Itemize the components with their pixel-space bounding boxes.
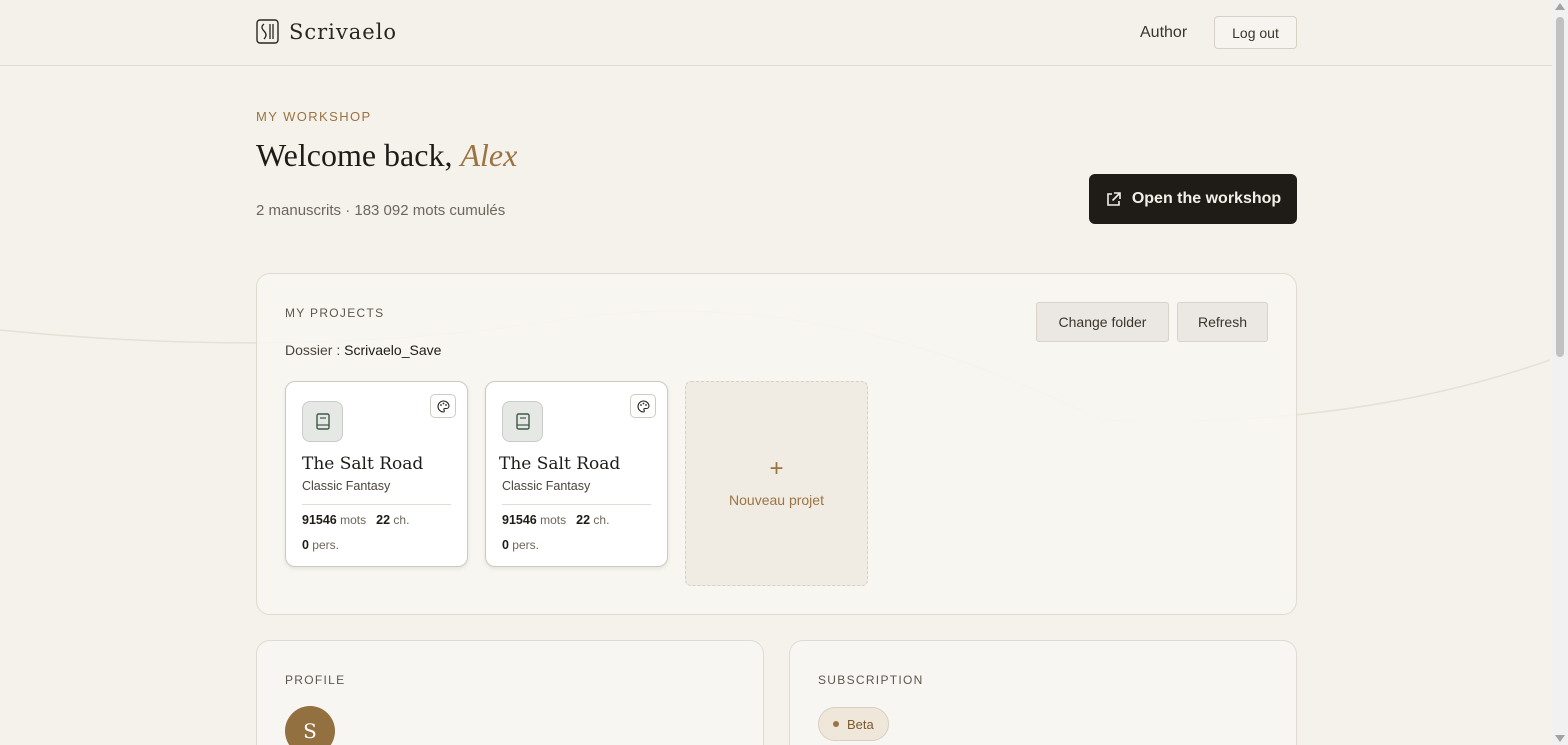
chapter-count: 22 <box>376 513 391 527</box>
folder-label: Dossier : <box>285 342 341 358</box>
projects-title: MY PROJECTS <box>285 306 385 320</box>
subscription-panel: SUBSCRIPTION Beta <box>789 640 1297 745</box>
subscription-title: SUBSCRIPTION <box>818 673 924 687</box>
section-eyebrow: MY WORKSHOP <box>256 109 372 124</box>
chapter-unit: ch. <box>593 513 610 527</box>
card-divider <box>302 504 451 505</box>
profile-panel: PROFILE S <box>256 640 764 745</box>
change-folder-button[interactable]: Change folder <box>1036 302 1169 342</box>
project-card[interactable]: The Salt Road Classic Fantasy 91546 mots… <box>485 381 668 567</box>
open-workshop-label: Open the workshop <box>1131 190 1282 207</box>
book-icon <box>302 401 343 442</box>
project-card[interactable]: The Salt Road Classic Fantasy 91546 mots… <box>285 381 468 567</box>
profile-title: PROFILE <box>285 673 346 687</box>
welcome-heading: Welcome back, Alex <box>256 137 517 174</box>
character-unit: pers. <box>312 538 339 552</box>
top-header: Scrivaelo Author Log out <box>0 0 1552 66</box>
palette-icon[interactable] <box>630 394 656 418</box>
external-link-icon <box>1107 191 1121 206</box>
palette-icon[interactable] <box>430 394 456 418</box>
character-unit: pers. <box>512 538 539 552</box>
word-unit: mots <box>540 513 567 527</box>
page-scrollbar[interactable] <box>1552 0 1568 745</box>
plan-badge-label: Beta <box>847 716 874 732</box>
book-icon <box>502 401 543 442</box>
project-genre: Classic Fantasy <box>302 479 391 493</box>
project-characters: 0 pers. <box>502 538 539 552</box>
word-count: 91546 <box>502 513 537 527</box>
nav-author-link[interactable]: Author <box>1140 24 1187 42</box>
project-characters: 0 pers. <box>302 538 339 552</box>
brand-name: Scrivaelo <box>289 19 398 44</box>
word-count: 91546 <box>302 513 337 527</box>
character-count: 0 <box>302 538 309 552</box>
logout-button[interactable]: Log out <box>1214 16 1297 49</box>
user-name: Alex <box>460 137 518 173</box>
new-project-label: Nouveau projet <box>729 492 824 508</box>
project-title: The Salt Road <box>302 454 424 474</box>
chapter-count: 22 <box>576 513 591 527</box>
manuscript-stats: 2 manuscrits · 183 092 mots cumulés <box>256 202 506 219</box>
brand-logo[interactable]: Scrivaelo <box>256 19 397 44</box>
character-count: 0 <box>502 538 509 552</box>
card-divider <box>502 504 651 505</box>
welcome-prefix: Welcome back, <box>256 137 453 173</box>
projects-panel: MY PROJECTS Dossier : Scrivaelo_Save Cha… <box>256 273 1297 615</box>
badge-dot-icon <box>833 721 839 727</box>
project-genre: Classic Fantasy <box>502 479 591 493</box>
scroll-down-icon[interactable] <box>1555 735 1565 742</box>
folder-line: Dossier : Scrivaelo_Save <box>285 342 441 358</box>
scroll-thumb[interactable] <box>1556 17 1564 357</box>
word-unit: mots <box>340 513 367 527</box>
open-workshop-button[interactable]: Open the workshop <box>1089 174 1297 224</box>
scroll-up-icon[interactable] <box>1555 3 1565 10</box>
project-counts: 91546 mots 22 ch. <box>302 513 409 527</box>
new-project-card[interactable]: + Nouveau projet <box>685 381 868 586</box>
project-title: The Salt Road <box>499 454 621 474</box>
avatar[interactable]: S <box>285 706 335 745</box>
chapter-unit: ch. <box>393 513 410 527</box>
refresh-button[interactable]: Refresh <box>1177 302 1268 342</box>
folder-value: Scrivaelo_Save <box>344 342 442 358</box>
project-counts: 91546 mots 22 ch. <box>502 513 609 527</box>
plan-badge: Beta <box>818 707 889 741</box>
plus-icon: + <box>769 455 784 482</box>
logo-mark-icon <box>256 19 279 44</box>
